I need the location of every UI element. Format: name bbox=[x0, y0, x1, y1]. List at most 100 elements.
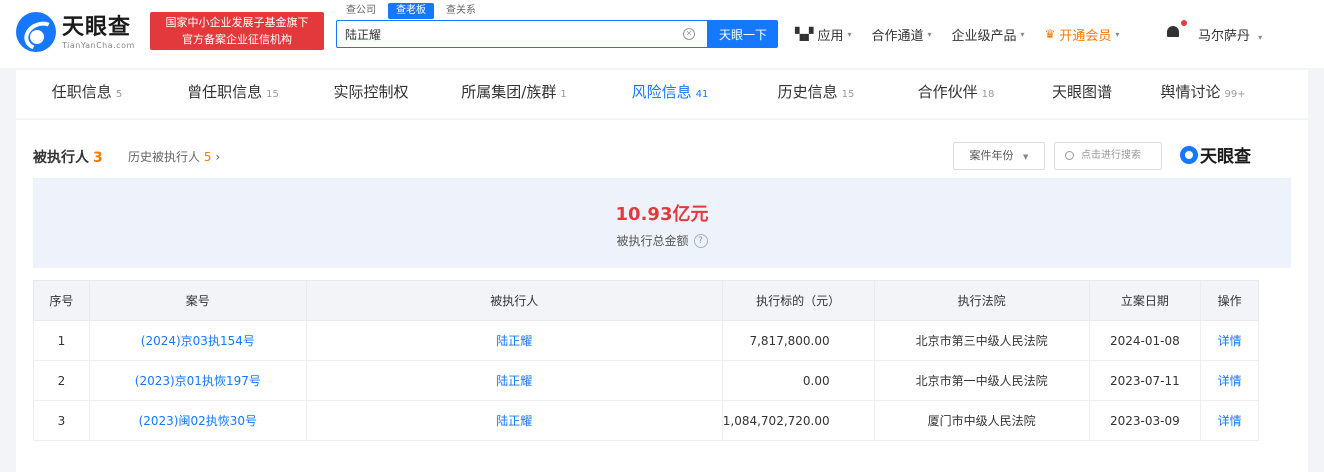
tab-risk-info[interactable]: 风险信息 41 bbox=[594, 70, 746, 118]
tab-history-info[interactable]: 历史信息 15 bbox=[746, 70, 886, 118]
tab-count: 5 bbox=[115, 89, 123, 100]
tianyancha-watermark: 天眼查 bbox=[1180, 142, 1251, 167]
table-header-row: 序号 案号 被执行人 执行标的（元） 执行法院 立案日期 操作 bbox=[33, 280, 1259, 321]
user-menu[interactable]: 马尔萨丹 ▾ bbox=[1198, 25, 1262, 44]
detail-link[interactable]: 详情 bbox=[1200, 400, 1259, 441]
chevron-right-icon: › bbox=[215, 150, 221, 164]
search-button[interactable]: 天眼一下 bbox=[708, 20, 778, 48]
total-amount-summary: 10.93亿元 被执行总金额 ? bbox=[33, 178, 1291, 268]
nav-apps-label: 应用 bbox=[817, 28, 844, 44]
crown-icon: ♛ bbox=[1044, 27, 1056, 41]
row-court: 北京市第三中级人民法院 bbox=[873, 320, 1090, 361]
site-logo[interactable]: 天眼查 TianYanCha.com bbox=[16, 12, 135, 52]
gov-certification-badge: 国家中小企业发展子基金旗下 官方备案企业征信机构 bbox=[150, 12, 324, 50]
row-no: 2 bbox=[33, 360, 90, 401]
detail-link[interactable]: 详情 bbox=[1200, 320, 1259, 361]
gov-badge-line2: 官方备案企业征信机构 bbox=[182, 33, 292, 46]
eye-logo-icon bbox=[16, 12, 56, 52]
section-title-label: 被执行人 bbox=[33, 150, 89, 166]
search-tab-boss[interactable]: 查老板 bbox=[388, 3, 434, 19]
clear-icon[interactable]: ✕ bbox=[683, 28, 695, 40]
row-no: 3 bbox=[33, 400, 90, 441]
brand-text: 天眼查 bbox=[1200, 147, 1251, 167]
person-link[interactable]: 陆正耀 bbox=[305, 360, 723, 401]
nav-partner-label: 合作通道 bbox=[871, 28, 924, 44]
col-action: 操作 bbox=[1200, 280, 1259, 321]
detail-link[interactable]: 详情 bbox=[1200, 360, 1259, 401]
executed-person-card: 被执行人 3 历史被执行人 5 › 案件年份 ▼ 点击进行搜索 天眼查 10.93… bbox=[16, 120, 1308, 472]
gov-badge-line1: 国家中小企业发展子基金旗下 bbox=[165, 16, 309, 29]
logo-domain: TianYanCha.com bbox=[62, 40, 135, 50]
notification-dot bbox=[1181, 20, 1187, 26]
chevron-down-icon: ▾ bbox=[927, 29, 932, 39]
help-icon[interactable]: ? bbox=[693, 233, 708, 248]
col-person: 被执行人 bbox=[305, 280, 723, 321]
tab-count: 41 bbox=[695, 89, 709, 100]
chevron-down-icon: ▾ bbox=[1258, 33, 1263, 42]
row-amount: 0.00 bbox=[721, 360, 875, 401]
tab-label: 曾任职信息 bbox=[187, 83, 263, 101]
table-row: 1 (2024)京03执154号 陆正耀 7,817,800.00 北京市第三中… bbox=[33, 320, 1259, 361]
col-date: 立案日期 bbox=[1088, 280, 1202, 321]
tab-public-opinion[interactable]: 舆情讨论 99+ bbox=[1138, 70, 1268, 118]
col-no: 序号 bbox=[33, 280, 90, 321]
person-link[interactable]: 陆正耀 bbox=[305, 320, 723, 361]
section-title: 被执行人 3 bbox=[33, 147, 103, 167]
nav-vip-label: 开通会员 bbox=[1059, 28, 1112, 44]
tab-group[interactable]: 所属集团/族群 1 bbox=[434, 70, 594, 118]
tab-actual-control[interactable]: 实际控制权 bbox=[308, 70, 434, 118]
chevron-down-icon: ▾ bbox=[1115, 29, 1120, 39]
tab-label: 历史信息 bbox=[777, 83, 838, 101]
tab-label: 合作伙伴 bbox=[917, 83, 978, 101]
case-number-link[interactable]: (2023)京01执恢197号 bbox=[88, 360, 307, 401]
row-court: 厦门市中级人民法院 bbox=[873, 400, 1090, 441]
eye-logo-icon bbox=[1180, 145, 1198, 164]
case-year-filter[interactable]: 案件年份 ▼ bbox=[953, 142, 1045, 170]
table-row: 3 (2023)闽02执恢30号 陆正耀 1,084,702,720.00 厦门… bbox=[33, 400, 1259, 441]
col-case: 案号 bbox=[88, 280, 307, 321]
top-header: 天眼查 TianYanCha.com 国家中小企业发展子基金旗下 官方备案企业征… bbox=[0, 0, 1324, 68]
tab-current-positions[interactable]: 任职信息 5 bbox=[16, 70, 158, 118]
search-input[interactable] bbox=[337, 21, 667, 47]
logo-text: 天眼查 TianYanCha.com bbox=[62, 15, 135, 50]
row-no: 1 bbox=[33, 320, 90, 361]
tab-count: 15 bbox=[266, 89, 279, 100]
user-name: 马尔萨丹 bbox=[1198, 29, 1251, 44]
person-link[interactable]: 陆正耀 bbox=[305, 400, 723, 441]
col-court: 执行法院 bbox=[873, 280, 1090, 321]
total-amount: 10.93亿元 bbox=[615, 204, 709, 225]
history-label: 历史被执行人 bbox=[128, 150, 201, 164]
profile-tabs: 任职信息 5 曾任职信息 15 实际控制权 所属集团/族群 1 风险信息 41 历史信息… bbox=[16, 70, 1308, 118]
chevron-down-icon: ▼ bbox=[1023, 153, 1029, 161]
nav-enterprise[interactable]: 企业级产品 ▾ bbox=[952, 25, 1025, 44]
history-executed-link[interactable]: 历史被执行人 5 › bbox=[128, 148, 220, 165]
row-amount: 1,084,702,720.00 bbox=[721, 400, 875, 441]
bell-icon[interactable] bbox=[1166, 26, 1180, 40]
history-count: 5 bbox=[203, 150, 212, 164]
tab-graph[interactable]: 天眼图谱 bbox=[1026, 70, 1138, 118]
row-date: 2024-01-08 bbox=[1088, 320, 1202, 361]
search-box: ✕ bbox=[336, 20, 708, 48]
case-number-link[interactable]: (2023)闽02执恢30号 bbox=[88, 400, 307, 441]
nav-apps[interactable]: ▚▞ 应用 ▾ bbox=[795, 25, 852, 44]
tab-count: 99+ bbox=[1224, 89, 1246, 100]
search-type-tabs: 查公司 查老板 查关系 bbox=[338, 3, 488, 19]
col-amount: 执行标的（元） bbox=[721, 280, 875, 321]
nav-vip[interactable]: ♛ 开通会员 ▾ bbox=[1045, 25, 1120, 44]
search-tab-relation[interactable]: 查关系 bbox=[438, 3, 484, 19]
tab-count: 1 bbox=[560, 89, 567, 100]
total-amount-label: 被执行总金额 bbox=[616, 234, 689, 248]
tab-label: 任职信息 bbox=[51, 83, 112, 101]
total-amount-label-row: 被执行总金额 ? bbox=[33, 232, 1291, 249]
tab-label: 风险信息 bbox=[631, 83, 692, 101]
chevron-down-icon: ▾ bbox=[1020, 29, 1025, 39]
case-number-link[interactable]: (2024)京03执154号 bbox=[88, 320, 307, 361]
nav-partner[interactable]: 合作通道 ▾ bbox=[872, 25, 932, 44]
tab-label: 舆情讨论 bbox=[1160, 83, 1221, 101]
tab-partners[interactable]: 合作伙伴 18 bbox=[886, 70, 1026, 118]
search-tab-company[interactable]: 查公司 bbox=[338, 3, 384, 19]
tab-past-positions[interactable]: 曾任职信息 15 bbox=[158, 70, 308, 118]
table-row: 2 (2023)京01执恢197号 陆正耀 0.00 北京市第一中级人民法院 2… bbox=[33, 360, 1259, 401]
section-search[interactable]: 点击进行搜索 bbox=[1054, 142, 1162, 170]
tab-label: 所属集团/族群 bbox=[461, 83, 557, 101]
